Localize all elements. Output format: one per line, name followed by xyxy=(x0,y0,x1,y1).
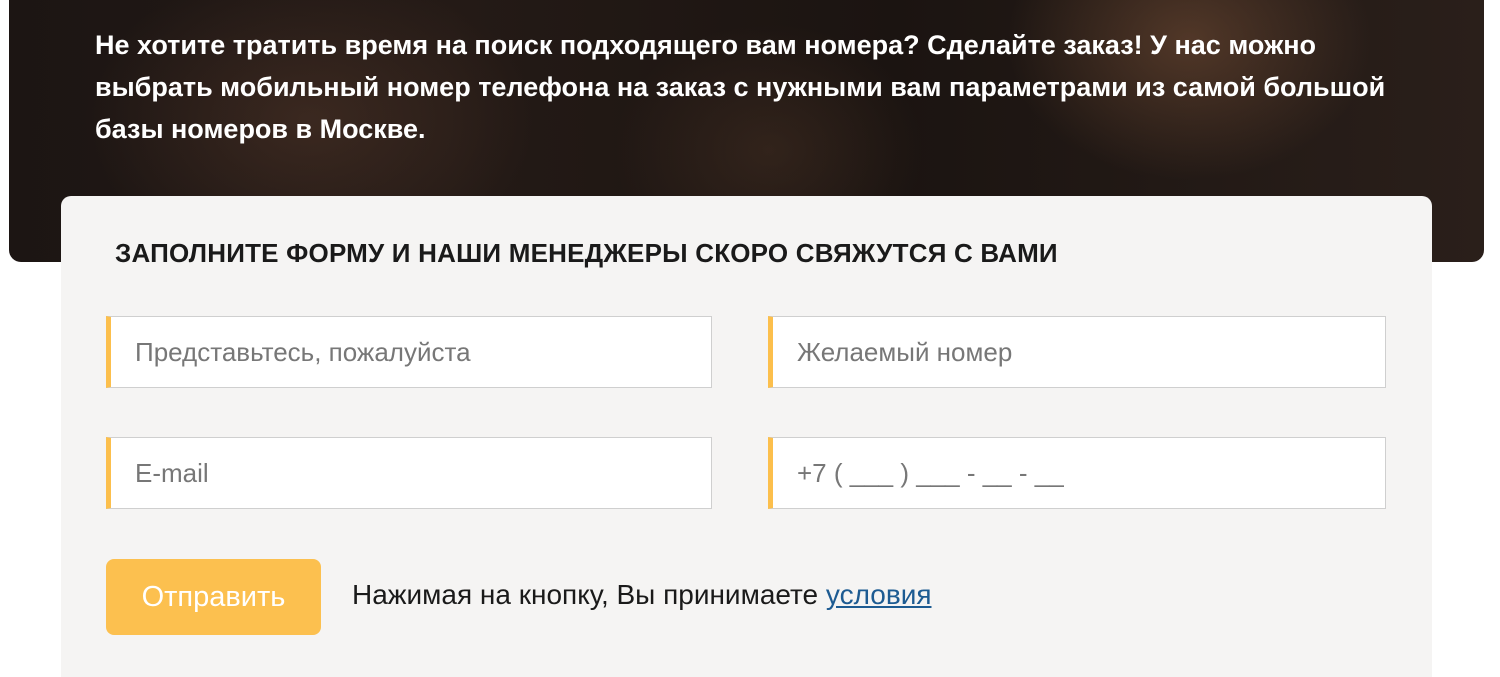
hero-text: Не хотите тратить время на поиск подходя… xyxy=(95,30,1386,144)
order-form: ЗАПОЛНИТЕ ФОРМУ И НАШИ МЕНЕДЖЕРЫ СКОРО С… xyxy=(61,196,1432,677)
terms-link[interactable]: условия xyxy=(826,579,932,610)
consent-notice: Нажимая на кнопку, Вы принимаете условия xyxy=(352,579,932,611)
email-input[interactable] xyxy=(106,437,712,509)
name-input[interactable] xyxy=(106,316,712,388)
form-title: ЗАПОЛНИТЕ ФОРМУ И НАШИ МЕНЕДЖЕРЫ СКОРО С… xyxy=(115,238,1058,268)
consent-text: Нажимая на кнопку, Вы принимаете xyxy=(352,579,826,610)
submit-button[interactable]: Отправить xyxy=(106,559,321,635)
desired-number-input[interactable] xyxy=(768,316,1386,388)
phone-input[interactable] xyxy=(768,437,1386,509)
